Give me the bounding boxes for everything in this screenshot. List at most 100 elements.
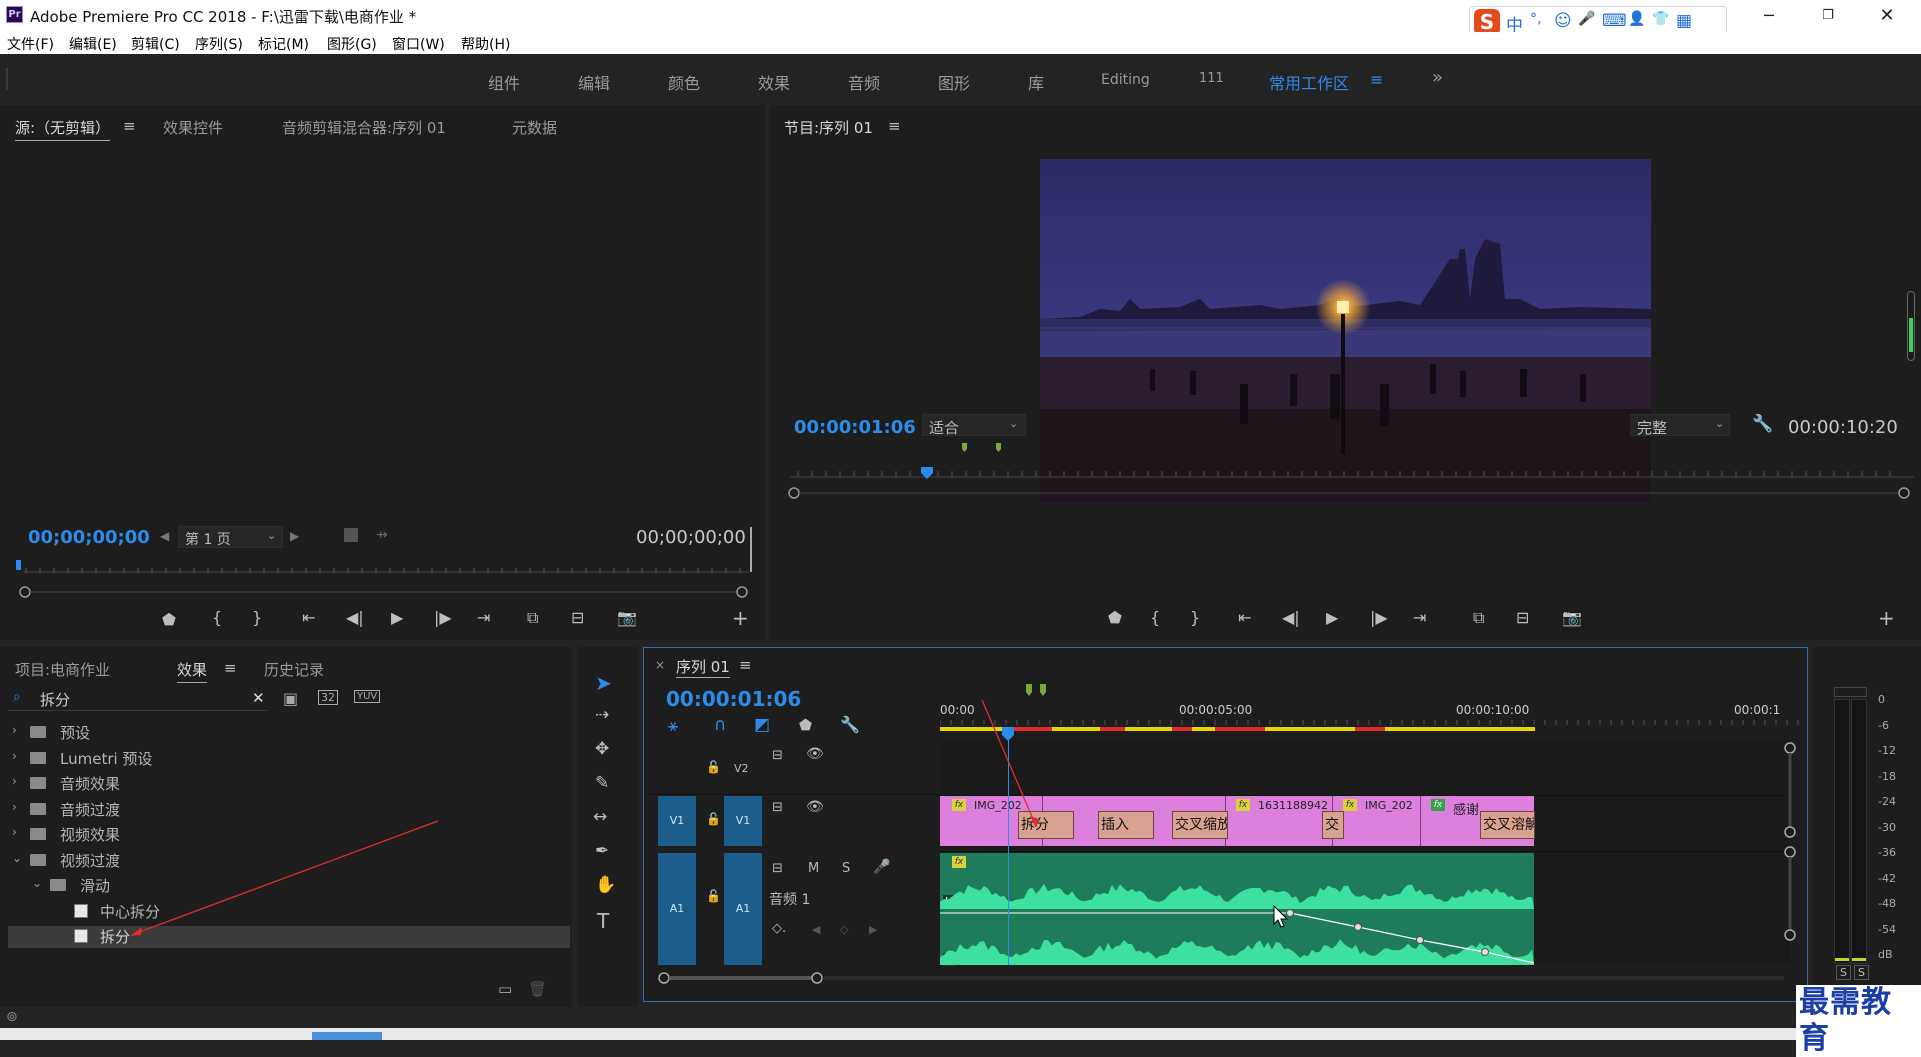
lock-track-v1-icon[interactable]: 🔓 [706, 812, 721, 826]
selection-tool-icon[interactable]: ➤ [595, 671, 612, 695]
program-export-frame-icon[interactable]: 📷 [1562, 608, 1582, 627]
chevron-right-icon[interactable]: › [12, 723, 17, 737]
program-step-forward-icon[interactable]: |▶ [1370, 608, 1388, 627]
chevron-right-icon[interactable]: › [12, 800, 17, 814]
wrench-settings-icon[interactable]: 🔧 [1752, 414, 1773, 434]
pen-tool-icon[interactable]: ✒ [595, 841, 609, 861]
insert-clip-icon[interactable]: ⧉ [527, 608, 538, 628]
chevron-down-icon[interactable]: ⌄ [12, 851, 22, 865]
tab-project[interactable]: 项目:电商作业 [15, 659, 110, 680]
menu-edit[interactable]: 编辑(E) [69, 34, 117, 54]
effects-search-input[interactable] [40, 689, 240, 709]
eye-v2-icon[interactable]: 👁 [806, 746, 824, 762]
solo-right-button[interactable]: S [1854, 965, 1869, 980]
fit-select[interactable]: 适合 ⌄ [922, 414, 1026, 437]
accelerated-effects-icon[interactable]: ▣ [283, 689, 298, 708]
tab-history[interactable]: 历史记录 [264, 659, 324, 680]
program-go-to-out-icon[interactable]: ⇥ [1413, 608, 1426, 627]
source-time-ruler[interactable] [14, 560, 749, 598]
insert-icon[interactable] [344, 528, 358, 542]
track-area[interactable]: fx IMG_202 fx 1631188942 fx IMG_202 fx 感… [940, 737, 1790, 966]
next-page-icon[interactable]: ▶ [290, 529, 299, 543]
chevron-right-icon[interactable]: › [12, 774, 17, 788]
tab-program[interactable]: 节目:序列 01 [784, 117, 873, 138]
new-bin-icon[interactable]: ▭ [498, 980, 512, 998]
workspace-color[interactable]: 颜色 [668, 70, 700, 94]
lock-track-a1-icon[interactable]: 🔓 [706, 889, 721, 903]
go-to-out-icon[interactable]: ⇥ [477, 608, 490, 627]
program-button-editor-plus-icon[interactable]: + [1878, 606, 1895, 630]
effects-tree-item[interactable]: › Lumetri 预设 [8, 748, 570, 770]
nest-sequence-icon[interactable]: ⚹ [668, 716, 678, 736]
workspace-editing[interactable]: Editing [1101, 72, 1150, 88]
transition-cross[interactable]: 交 [1322, 811, 1344, 839]
lift-icon[interactable]: ⧉ [1473, 608, 1484, 628]
timeline-vertical-scrollbars[interactable] [1782, 742, 1798, 970]
menu-graphics[interactable]: 图形(G) [327, 34, 377, 54]
workspace-active[interactable]: 常用工作区 [1269, 70, 1349, 94]
mute-a1-button[interactable]: M [808, 861, 819, 876]
voiceover-record-icon[interactable]: 🎤 [873, 859, 890, 875]
ime-skin-icon[interactable]: 👕 [1652, 11, 1669, 27]
source-playhead-timecode[interactable]: 00;00;00;00 [28, 527, 150, 548]
ime-user-icon[interactable]: 👤 [1628, 11, 1645, 27]
workspace-effects[interactable]: 效果 [758, 70, 790, 94]
sync-lock-a1-icon[interactable]: ⊟ [772, 861, 783, 876]
linked-selection-icon[interactable]: ◩ [754, 715, 770, 735]
program-go-to-in-icon[interactable]: ⇤ [1238, 608, 1251, 627]
source-patch-a1[interactable]: A1 [658, 853, 696, 965]
workspace-edit[interactable]: 编辑 [578, 70, 610, 94]
quality-select[interactable]: 完整 ⌄ [1630, 414, 1730, 437]
timeline-ruler[interactable] [940, 678, 1800, 734]
close-icon[interactable]: ✕ [1872, 4, 1902, 28]
keyframe-icon[interactable]: ◇. [772, 921, 786, 936]
menu-marker[interactable]: 标记(M) [258, 34, 309, 54]
tab-metadata[interactable]: 元数据 [512, 117, 557, 138]
extract-icon[interactable]: ⊟ [1516, 608, 1529, 627]
hand-tool-icon[interactable]: ✋ [595, 875, 616, 895]
next-keyframe-icon[interactable]: ▶ [869, 923, 877, 936]
ime-keyboard-icon[interactable]: ⌨ [1602, 11, 1627, 31]
type-tool-icon[interactable]: T [597, 909, 609, 933]
delete-icon[interactable]: 🗑 [528, 980, 547, 998]
timeline-settings-icon[interactable]: 🔧 [840, 715, 860, 734]
track-target-a1[interactable]: A1 [724, 853, 762, 965]
menu-file[interactable]: 文件(F) [7, 34, 54, 54]
mark-in-icon[interactable]: { [212, 608, 222, 627]
timeline-playhead-timecode[interactable]: 00:00:01:06 [666, 687, 801, 711]
transition-push[interactable]: 插入 [1098, 811, 1154, 839]
program-play-icon[interactable]: ▶ [1326, 608, 1338, 627]
track-target-v1[interactable]: V1 [724, 796, 762, 846]
effects-tree-item[interactable]: › 音频效果 [8, 773, 570, 795]
yuv-effects-icon[interactable]: YUV [354, 690, 381, 703]
source-tab-menu-icon[interactable]: ≡ [123, 117, 136, 135]
workspace-overflow-icon[interactable]: » [1432, 67, 1443, 88]
program-mark-in-icon[interactable]: { [1150, 608, 1160, 627]
minimize-icon[interactable]: ─ [1754, 4, 1784, 28]
button-editor-plus-icon[interactable]: + [732, 606, 749, 630]
step-back-icon[interactable]: ◀| [346, 608, 364, 627]
ime-voice-icon[interactable]: 🎤 [1578, 11, 1595, 27]
overwrite-clip-icon[interactable]: ⊟ [571, 608, 584, 627]
ime-emoji-icon[interactable]: ☺ [1554, 11, 1572, 31]
tab-source[interactable]: 源:（无剪辑） [15, 117, 111, 141]
sync-lock-v1-icon[interactable]: ⊟ [772, 800, 783, 815]
menu-window[interactable]: 窗口(W) [392, 34, 445, 54]
chevron-right-icon[interactable]: › [12, 749, 17, 763]
add-marker-icon[interactable]: ⬟ [162, 610, 176, 629]
step-forward-icon[interactable]: |▶ [434, 608, 452, 627]
peak-indicator[interactable] [1834, 687, 1867, 697]
tab-effect-controls[interactable]: 效果控件 [163, 117, 223, 138]
sequence-tab-menu-icon[interactable]: ≡ [739, 656, 752, 674]
tab-sequence[interactable]: 序列 01 [676, 656, 730, 678]
timeline-horizontal-scrollbar[interactable] [654, 968, 1804, 988]
go-to-in-icon[interactable]: ⇤ [302, 608, 315, 627]
solo-a1-button[interactable]: S [842, 861, 850, 876]
ime-toolbox-icon[interactable]: ▦ [1676, 11, 1692, 31]
program-scrollbar[interactable] [1907, 291, 1915, 361]
transition-cross-zoom[interactable]: 交叉缩放 [1172, 811, 1228, 839]
program-add-marker-icon[interactable]: ⬟ [1108, 608, 1122, 627]
ripple-edit-tool-icon[interactable]: ✥ [595, 739, 609, 759]
source-patch-v1[interactable]: V1 [658, 796, 696, 846]
workspace-graphics[interactable]: 图形 [938, 70, 970, 94]
